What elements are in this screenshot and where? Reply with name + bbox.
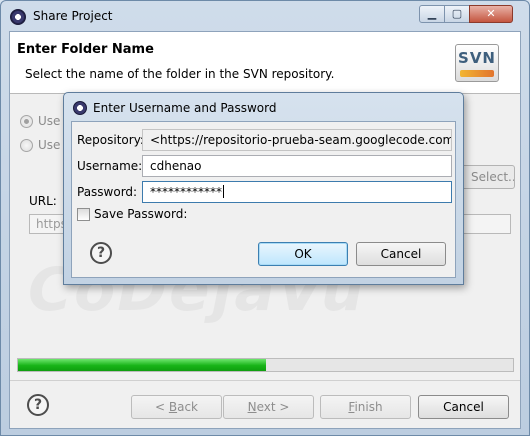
eclipse-app-icon xyxy=(10,9,26,25)
credentials-dialog: Enter Username and Password Repository: … xyxy=(63,92,464,285)
next-label-mnemonic: N xyxy=(247,400,257,414)
svn-logo-bar xyxy=(460,70,494,77)
help-icon[interactable]: ? xyxy=(27,394,49,416)
close-icon[interactable]: ✕ xyxy=(469,5,513,23)
dialog-client-area: Repository: <https://repositorio-prueba-… xyxy=(71,121,456,278)
progress-fill xyxy=(18,359,266,371)
maximize-icon[interactable]: ▢ xyxy=(444,5,470,23)
select-button[interactable]: Select... xyxy=(460,165,515,189)
finish-button[interactable]: Finish xyxy=(320,395,411,419)
back-label-pre: < xyxy=(154,400,169,414)
username-label: Username: xyxy=(77,159,143,173)
dialog-cancel-button[interactable]: Cancel xyxy=(356,242,446,266)
repository-field[interactable]: <https://repositorio-prueba-seam.googlec… xyxy=(142,129,452,151)
window-titlebar[interactable]: Share Project ▁ ▢ ✕ xyxy=(1,1,529,31)
option-radio-project-name[interactable] xyxy=(20,115,33,128)
back-label-mnemonic: B xyxy=(168,400,178,414)
cancel-button[interactable]: Cancel xyxy=(418,395,509,419)
back-label-post: ack xyxy=(177,400,198,414)
progress-bar xyxy=(17,358,514,372)
ok-button[interactable]: OK xyxy=(258,242,348,266)
dialog-help-icon[interactable]: ? xyxy=(90,242,112,264)
footer-separator xyxy=(10,380,520,381)
eclipse-app-icon xyxy=(73,101,87,115)
option-radio-specified[interactable] xyxy=(20,139,33,152)
next-label-post: ext > xyxy=(256,400,290,414)
svn-logo-text: SVN xyxy=(458,49,496,67)
repository-label: Repository: xyxy=(77,133,144,147)
text-caret xyxy=(223,185,224,198)
save-password-checkbox[interactable] xyxy=(77,208,90,221)
window-title: Share Project xyxy=(33,9,113,23)
finish-label-post: inish xyxy=(354,400,383,414)
password-field[interactable]: ************ xyxy=(142,181,452,203)
dialog-title: Enter Username and Password xyxy=(93,101,277,115)
back-button[interactable]: < Back xyxy=(131,395,222,419)
page-description: Select the name of the folder in the SVN… xyxy=(25,67,335,81)
save-password-label: Save Password: xyxy=(94,207,188,221)
next-button[interactable]: Next > xyxy=(223,395,314,419)
url-label: URL: xyxy=(29,194,57,208)
password-label: Password: xyxy=(77,185,138,199)
svn-logo-icon: SVN xyxy=(455,44,499,82)
wizard-header: Enter Folder Name Select the name of the… xyxy=(10,32,520,94)
minimize-icon[interactable]: ▁ xyxy=(419,5,445,23)
password-value: ************ xyxy=(150,185,222,199)
page-title: Enter Folder Name xyxy=(17,42,154,57)
username-field[interactable]: cdhenao xyxy=(142,155,452,177)
